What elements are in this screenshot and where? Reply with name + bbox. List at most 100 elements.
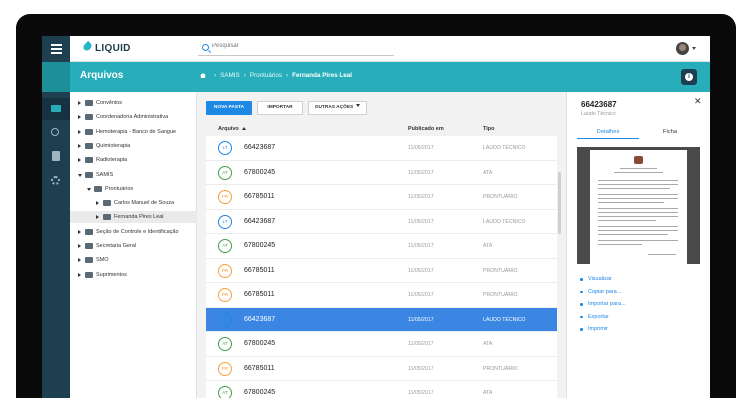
file-name: 67800245 [244, 340, 276, 347]
file-type-badge: LT [218, 214, 232, 229]
action-link[interactable]: Visualizar [588, 276, 612, 282]
file-type-badge: AT [218, 386, 232, 398]
caret-right-icon[interactable] [78, 158, 81, 163]
seal-icon [634, 156, 643, 164]
file-name: 66785011 [244, 193, 275, 200]
caret-right-icon[interactable] [78, 229, 81, 234]
file-name: 66785011 [244, 364, 275, 372]
table-row[interactable]: PR 66785011 11/05/2017 PRONTUÁRIO [206, 356, 557, 381]
details-panel: 66423687 Laudo Técnico ✕ Detalhes Ficha … [566, 92, 710, 398]
scrollbar[interactable] [558, 172, 561, 234]
chevron-down-icon[interactable] [692, 47, 696, 50]
tree-item[interactable]: Suprimentos [70, 269, 197, 281]
publish-date: 11/05/2017 [408, 390, 434, 396]
caret-right-icon[interactable] [96, 215, 99, 220]
file-type-badge: AT [218, 337, 232, 351]
menu-button[interactable] [42, 36, 70, 62]
table-row[interactable]: AT 67800245 11/05/2017 ATA [206, 160, 557, 185]
caret-right-icon[interactable] [96, 201, 99, 206]
tree-item[interactable]: Carlos Manuel de Souza [70, 197, 197, 209]
table-row[interactable]: AT 67800245 11/05/2017 ATA [206, 234, 557, 259]
tab-ficha[interactable]: Ficha [639, 125, 701, 139]
table-row[interactable]: LT 66423687 11/05/2017 LAUDO TÉCNICO [206, 307, 557, 332]
close-icon[interactable]: ✕ [694, 96, 702, 107]
tree-item-label: SMO [96, 257, 109, 264]
table-row[interactable]: AT 67800245 11/05/2017 ATA [206, 332, 557, 357]
info-button[interactable]: i [681, 69, 697, 85]
publish-date: 11/05/2017 [408, 267, 434, 274]
app-logo[interactable]: LIQUID [81, 40, 131, 56]
home-icon[interactable] [200, 73, 206, 78]
file-type: PRONTUÁRIO [483, 194, 518, 200]
search-input[interactable] [212, 43, 392, 49]
file-type-badge: AT [218, 239, 232, 253]
table-row[interactable]: LT 66423687 11/05/2017 LAUDO TÉCNICO [206, 209, 557, 234]
new-folder-button[interactable]: NOVA PASTA [206, 101, 252, 115]
caret-down-icon[interactable] [78, 173, 82, 177]
folder-icon [103, 200, 111, 207]
document-page-thumbnail [590, 150, 687, 264]
column-header-type[interactable]: Tipo [483, 126, 495, 132]
file-type-badge: PR [218, 361, 232, 376]
caret-down-icon[interactable] [87, 187, 91, 191]
tree-item[interactable]: Convênios [70, 97, 197, 109]
action-link[interactable]: Copiar para... [588, 289, 621, 295]
action-link[interactable]: Importar para... [588, 301, 626, 307]
rail-item-search[interactable] [42, 122, 70, 144]
tree-item[interactable]: Seção de Controle e Identificação [70, 226, 197, 238]
search-box[interactable] [198, 43, 394, 56]
tree-item-label: Coordenadoria Administrativa [96, 114, 169, 121]
tree-item-label: Prontuários [105, 185, 134, 192]
tree-item[interactable]: Secretaria Geral [70, 240, 197, 252]
rail-item-settings[interactable] [42, 170, 70, 192]
search-icon [51, 128, 59, 136]
bullet-icon [580, 328, 583, 331]
file-type: PRONTUÁRIO [483, 365, 518, 372]
tree-item[interactable]: SMO [70, 254, 197, 266]
table-row[interactable]: AT 67800245 11/05/2017 ATA [206, 381, 557, 398]
file-type-badge: LT [218, 141, 232, 155]
publish-date: 11/05/2017 [408, 316, 434, 323]
breadcrumb-separator: › [243, 72, 246, 79]
column-header-date[interactable]: Publicado em [408, 126, 444, 132]
file-name: 67800245 [244, 242, 276, 249]
caret-right-icon[interactable] [78, 143, 81, 148]
import-button[interactable]: IMPORTAR [257, 101, 303, 115]
caret-right-icon[interactable] [78, 115, 81, 120]
column-header-name[interactable]: Arquivo [218, 126, 246, 132]
publish-date: 11/05/2017 [408, 341, 434, 347]
caret-right-icon[interactable] [78, 244, 81, 248]
tree-item[interactable]: Quimioterapia [70, 140, 197, 152]
caret-right-icon[interactable] [78, 129, 81, 134]
avatar[interactable] [676, 42, 689, 55]
breadcrumb-item[interactable]: SAMIS [220, 72, 240, 79]
file-type: ATA [483, 390, 493, 396]
file-name: 67800245 [244, 168, 276, 176]
tree-item[interactable]: Prontuários [70, 183, 197, 195]
folder-icon [85, 228, 93, 235]
tree-item[interactable]: Fernanda Pires Leal [70, 211, 197, 224]
breadcrumb-item[interactable]: Prontuários [250, 72, 282, 79]
rail-item-files[interactable] [42, 98, 70, 120]
file-name: 66423687 [244, 217, 276, 225]
tree-item[interactable]: Hemoterapia - Banco de Sangue [70, 126, 197, 138]
file-type: ATA [483, 243, 493, 249]
table-row[interactable]: PR 66785011 11/05/2017 PRONTUÁRIO [206, 185, 557, 210]
caret-right-icon[interactable] [78, 272, 81, 277]
tab-detalhes[interactable]: Detalhes [577, 125, 639, 139]
table-row[interactable]: PR 66785011 11/05/2017 PRONTUÁRIO [206, 258, 557, 283]
table-row[interactable]: PR 66785011 11/05/2017 PRONTUÁRIO [206, 283, 557, 308]
tree-item-label: Radioterapia [96, 157, 128, 164]
caret-right-icon[interactable] [78, 258, 81, 263]
document-preview[interactable] [577, 147, 700, 264]
publish-date: 11/05/2017 [408, 194, 434, 200]
tree-item[interactable]: SAMIS [70, 169, 197, 181]
action-link[interactable]: Imprimir [588, 326, 608, 332]
tree-item[interactable]: Coordenadoria Administrativa [70, 111, 197, 123]
caret-right-icon[interactable] [78, 101, 81, 105]
rail-item-documents[interactable] [42, 146, 70, 168]
action-link[interactable]: Exportar [588, 314, 609, 320]
tree-item[interactable]: Radioterapia [70, 154, 197, 166]
table-row[interactable]: LT 66423687 11/05/2017 LAUDO TÉCNICO [206, 136, 557, 161]
more-actions-button[interactable]: OUTRAS AÇÕES [308, 101, 367, 115]
